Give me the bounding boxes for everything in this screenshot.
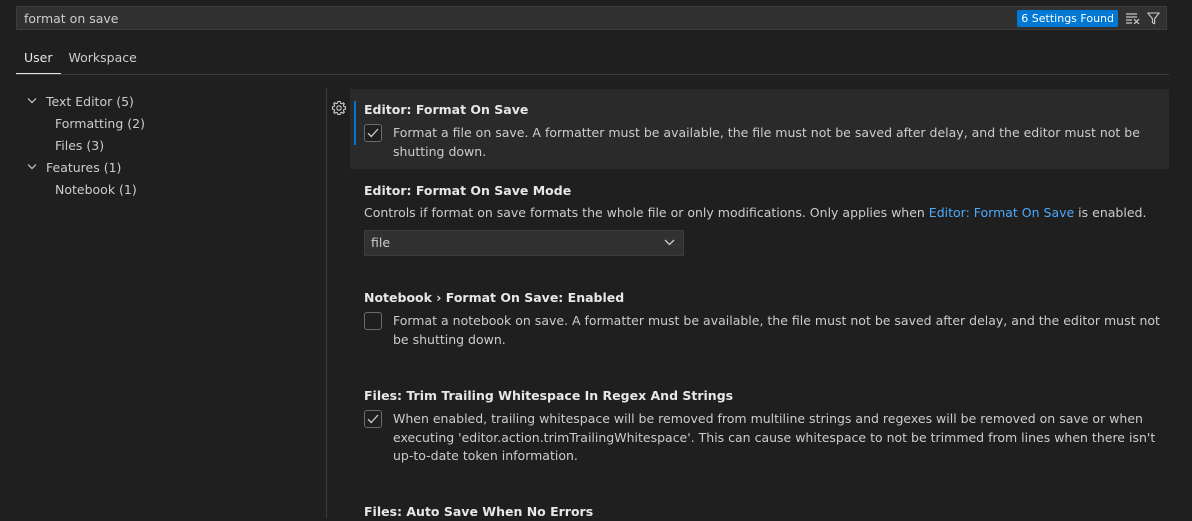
setting-trim-trailing-whitespace: Files: Trim Trailing Whitespace In Regex… [350, 387, 1169, 466]
setting-format-on-save-mode: Editor: Format On Save Mode Controls if … [350, 182, 1169, 256]
setting-description: Format a notebook on save. A formatter m… [393, 313, 1160, 347]
setting-auto-save-no-errors: Files: Auto Save When No Errors [350, 503, 1169, 521]
toc-item-label: Text Editor (5) [46, 93, 134, 109]
toc-item-label: Features (1) [46, 159, 122, 175]
setting-title: Files: Trim Trailing Whitespace In Regex… [364, 388, 734, 403]
trim-trailing-whitespace-checkbox[interactable] [364, 410, 382, 428]
settings-search-bar: 6 Settings Found [16, 6, 1167, 30]
settings-search-input[interactable] [17, 7, 1018, 29]
setting-description: Controls if format on save formats the w… [364, 205, 1147, 220]
format-on-save-mode-select[interactable]: file [364, 229, 684, 256]
check-icon [367, 414, 379, 424]
settings-toc: Text Editor (5) Formatting (2) Files (3)… [24, 90, 314, 200]
setting-title: Editor: Format On Save [364, 102, 529, 117]
format-on-save-link[interactable]: Editor: Format On Save [929, 205, 1074, 220]
tab-workspace[interactable]: Workspace [61, 46, 145, 73]
setting-title: Editor: Format On Save Mode [364, 183, 572, 198]
tab-user[interactable]: User [16, 46, 61, 74]
setting-description: Format a file on save. A formatter must … [393, 125, 1140, 159]
focus-indicator [354, 101, 356, 145]
chevron-down-icon [24, 93, 40, 109]
results-count-badge: 6 Settings Found [1017, 9, 1118, 27]
toc-item-files[interactable]: Files (3) [24, 134, 314, 156]
toc-item-notebook[interactable]: Notebook (1) [24, 178, 314, 200]
toc-item-formatting[interactable]: Formatting (2) [24, 112, 314, 134]
toc-divider [326, 88, 327, 518]
setting-title: Files: Auto Save When No Errors [364, 504, 594, 519]
chevron-down-icon [24, 159, 40, 175]
setting-description: When enabled, trailing whitespace will b… [393, 411, 1156, 463]
setting-notebook-format-on-save: Notebook › Format On Save: Enabled Forma… [350, 289, 1169, 349]
toc-item-features[interactable]: Features (1) [24, 156, 314, 178]
toc-item-label: Notebook (1) [55, 181, 137, 197]
notebook-format-on-save-checkbox[interactable] [364, 312, 382, 330]
chevron-down-icon [664, 239, 675, 246]
select-value: file [371, 235, 391, 250]
setting-format-on-save: Editor: Format On Save Format a file on … [350, 89, 1169, 169]
format-on-save-checkbox[interactable] [364, 124, 382, 142]
toc-item-text-editor[interactable]: Text Editor (5) [24, 90, 314, 112]
setting-title: Notebook › Format On Save: Enabled [364, 290, 625, 305]
toc-item-label: Formatting (2) [55, 115, 145, 131]
check-icon [367, 128, 379, 138]
filter-icon[interactable] [1144, 9, 1162, 27]
clear-filter-icon[interactable] [1124, 9, 1142, 27]
settings-scope-tabs: User Workspace [16, 46, 1169, 75]
gear-icon[interactable] [331, 100, 347, 116]
toc-item-label: Files (3) [55, 137, 105, 153]
